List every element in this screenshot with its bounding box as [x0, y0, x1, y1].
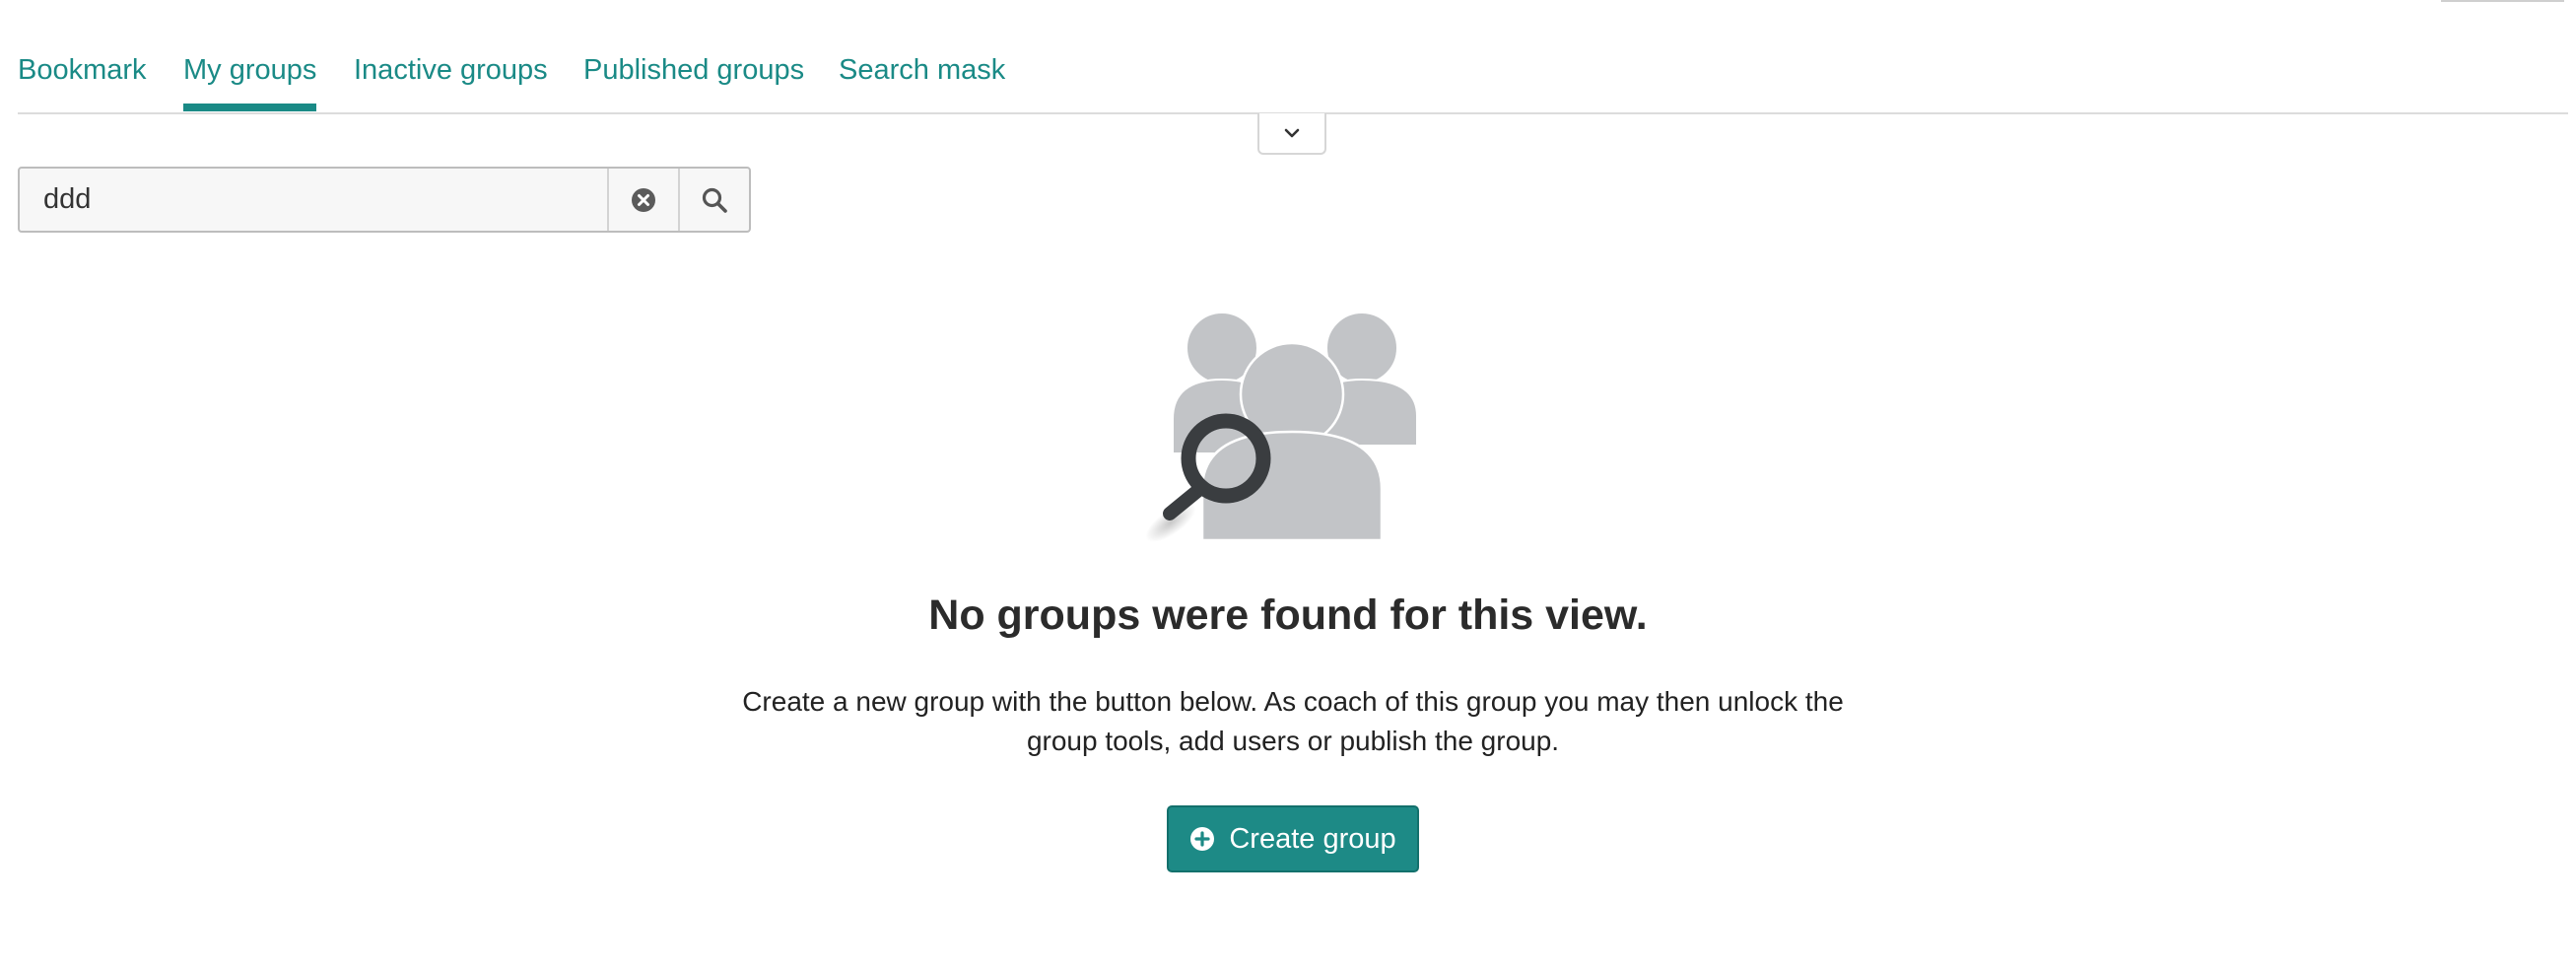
tab-my-groups[interactable]: My groups — [183, 54, 317, 111]
tab-my-groups-label: My groups — [183, 54, 317, 86]
empty-state-description: Create a new group with the button below… — [742, 686, 1844, 756]
active-tab-indicator — [183, 104, 317, 111]
search-field — [18, 167, 751, 233]
tab-published-groups-label: Published groups — [583, 54, 805, 86]
chevron-down-icon — [1284, 128, 1300, 138]
tab-published-groups[interactable]: Published groups — [583, 54, 804, 87]
create-group-label: Create group — [1229, 822, 1396, 855]
tab-bookmark-label: Bookmark — [18, 54, 147, 86]
create-group-button[interactable]: Create group — [1167, 805, 1419, 872]
group-search-illustration — [1145, 312, 1418, 542]
tab-bar: Bookmark My groups Inactive groups Publi… — [18, 0, 2568, 114]
tab-inactive-groups-label: Inactive groups — [354, 54, 548, 86]
tab-search-mask[interactable]: Search mask — [839, 54, 1005, 87]
plus-circle-icon — [1189, 826, 1215, 852]
search-button[interactable] — [678, 169, 749, 231]
search-input[interactable] — [20, 169, 607, 231]
tab-bookmark[interactable]: Bookmark — [18, 54, 147, 87]
empty-state-title: No groups were found for this view. — [928, 591, 1648, 639]
page: Bookmark My groups Inactive groups Publi… — [0, 0, 2576, 972]
clear-search-button[interactable] — [607, 169, 678, 231]
tab-search-mask-label: Search mask — [839, 54, 1006, 86]
tab-inactive-groups[interactable]: Inactive groups — [354, 54, 548, 87]
expand-toggle-button[interactable] — [1257, 113, 1326, 155]
clear-circle-icon — [632, 187, 655, 212]
magnifier-icon — [702, 187, 727, 213]
